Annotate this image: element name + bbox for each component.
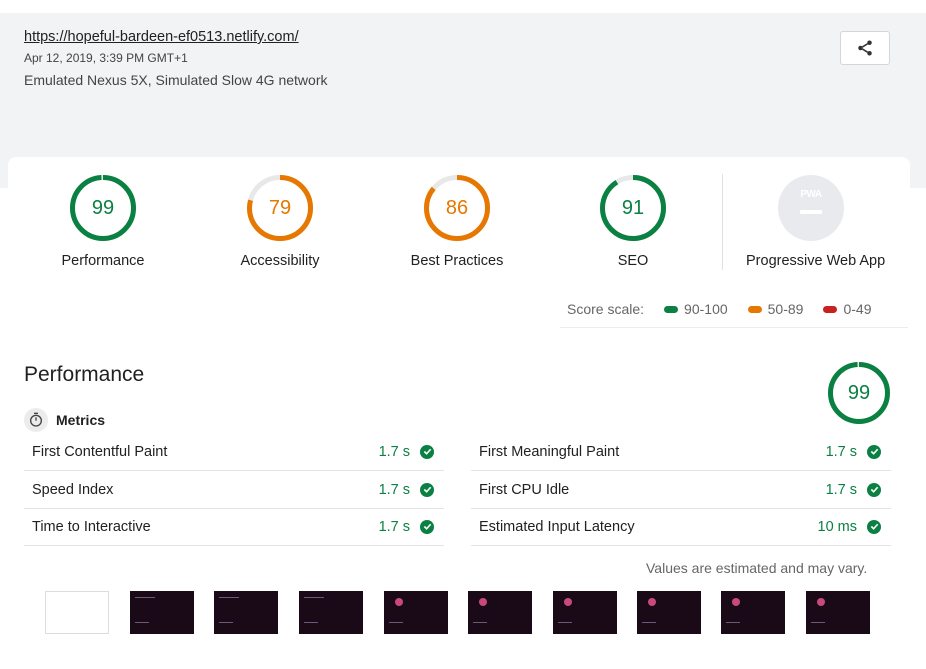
metric-name: First Contentful Paint: [32, 443, 168, 460]
pass-check-icon: [420, 444, 434, 459]
performance-section-title: Performance: [24, 363, 145, 386]
metric-value: 1.7 s: [378, 481, 410, 498]
filmstrip-frame: [468, 591, 532, 634]
gauge-performance[interactable]: 99 Performance: [38, 175, 168, 269]
gauge-score: 86: [445, 197, 469, 219]
performance-section-gauge: 99: [828, 362, 890, 424]
emulation-info: Emulated Nexus 5X, Simulated Slow 4G net…: [24, 72, 328, 88]
metrics-header: Metrics: [24, 408, 105, 432]
metric-row: First Meaningful Paint 1.7 s: [471, 433, 891, 471]
pass-check-icon: [867, 482, 881, 497]
metric-name: Estimated Input Latency: [479, 518, 635, 535]
filmstrip-frame: [637, 591, 701, 634]
metric-name: First Meaningful Paint: [479, 443, 620, 460]
gauge-seo[interactable]: 91 SEO: [568, 175, 698, 269]
metric-row: First CPU Idle 1.7 s: [471, 471, 891, 509]
filmstrip-frame: [130, 591, 194, 634]
estimate-note: Values are estimated and may vary.: [646, 560, 868, 576]
gauge-label: Progressive Web App: [746, 253, 886, 269]
pass-check-icon: [867, 444, 881, 459]
metric-value: 10 ms: [817, 518, 858, 535]
metric-row: First Contentful Paint 1.7 s: [24, 433, 444, 471]
filmstrip-frame: [299, 591, 363, 634]
filmstrip-frame: [553, 591, 617, 634]
pwa-badge-icon: PWA: [778, 175, 844, 241]
report-url-link[interactable]: https://hopeful-bardeen-ef0513.netlify.c…: [24, 29, 299, 45]
metric-row: Speed Index 1.7 s: [24, 471, 444, 509]
gauge-label: Best Practices: [410, 253, 504, 269]
score-scale-pass: 90-100: [664, 301, 728, 317]
pass-check-icon: [420, 519, 434, 534]
performance-section-score: 99: [847, 382, 871, 404]
gauge-score: 79: [268, 197, 292, 219]
metric-value: 1.7 s: [378, 518, 410, 535]
pwa-badge-text: PWA: [800, 189, 822, 200]
gauge-pwa[interactable]: PWA Progressive Web App: [746, 175, 886, 269]
gauge-accessibility[interactable]: 79 Accessibility: [215, 175, 345, 269]
gauge-label: SEO: [617, 253, 649, 269]
gauge-label: Performance: [61, 253, 145, 269]
share-button[interactable]: [840, 31, 890, 65]
metric-value: 1.7 s: [825, 443, 857, 460]
metric-name: First CPU Idle: [479, 481, 570, 498]
stopwatch-icon: [24, 408, 48, 432]
metric-row: Estimated Input Latency 10 ms: [471, 508, 891, 546]
filmstrip-frame: [806, 591, 870, 634]
scale-divider: [560, 327, 908, 328]
metric-name: Time to Interactive: [32, 518, 151, 535]
metric-row: Time to Interactive 1.7 s: [24, 508, 444, 546]
pass-check-icon: [420, 482, 434, 497]
score-scale: Score scale: 90-100 50-89 0-49: [567, 301, 871, 317]
gauge-score: 99: [91, 197, 115, 219]
metric-value: 1.7 s: [378, 443, 410, 460]
filmstrip-frame: [384, 591, 448, 634]
gauge-best-practices[interactable]: 86 Best Practices: [392, 175, 522, 269]
score-scale-label: Score scale:: [567, 301, 645, 317]
filmstrip-frame: [45, 591, 109, 634]
metric-value: 1.7 s: [825, 481, 857, 498]
pass-check-icon: [867, 519, 881, 534]
filmstrip-frame: [214, 591, 278, 634]
filmstrip-frame: [721, 591, 785, 634]
share-icon: [858, 40, 872, 56]
gauge-divider: [722, 174, 723, 270]
metrics-title: Metrics: [56, 412, 106, 428]
metric-name: Speed Index: [32, 481, 114, 498]
score-scale-average: 50-89: [747, 301, 803, 317]
score-scale-fail: 0-49: [823, 301, 871, 317]
top-gap: [0, 0, 926, 13]
report-date: Apr 12, 2019, 3:39 PM GMT+1: [24, 51, 188, 65]
gauge-label: Accessibility: [240, 253, 320, 269]
gauge-score: 91: [621, 197, 645, 219]
